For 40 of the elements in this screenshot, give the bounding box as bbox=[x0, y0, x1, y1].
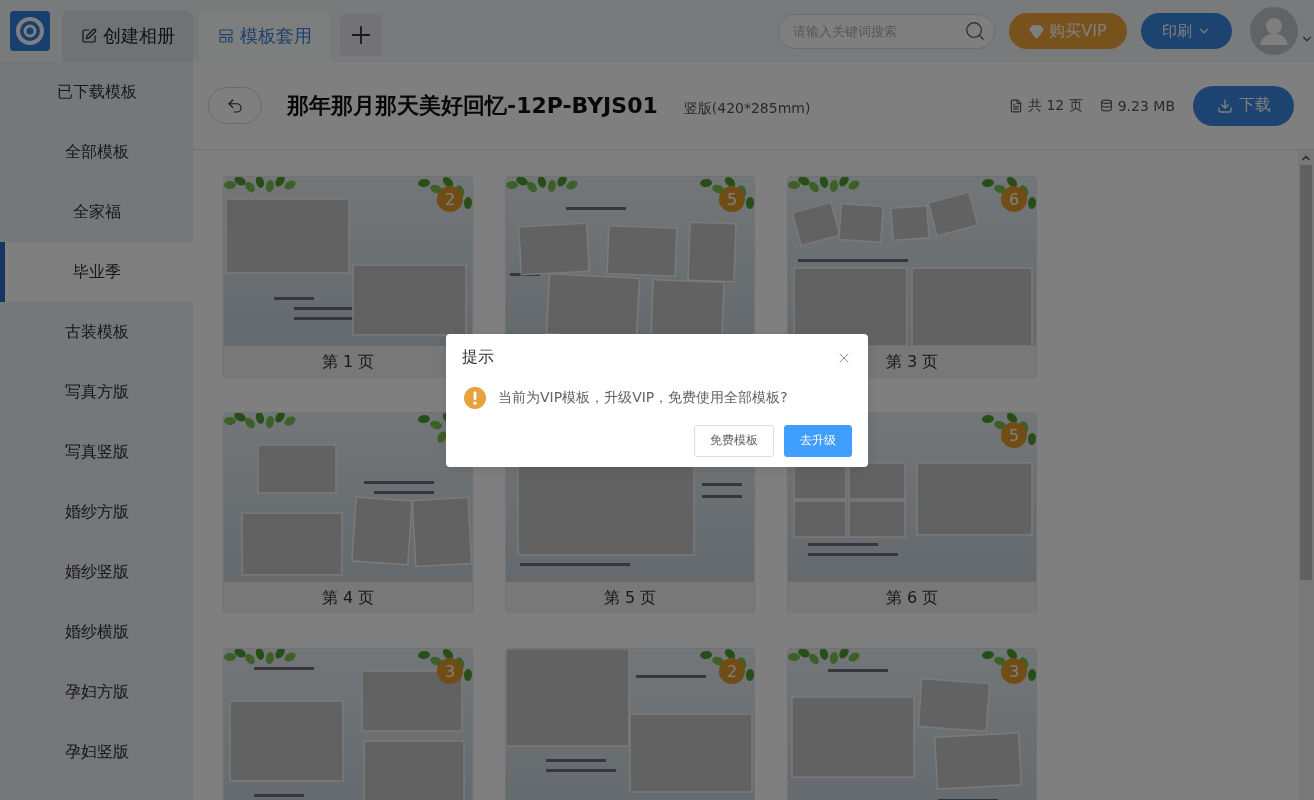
page-card[interactable]: 第 3 页 6 bbox=[787, 176, 1037, 378]
warning-icon bbox=[464, 386, 486, 409]
sidebar-item[interactable]: 毕业季 bbox=[0, 242, 193, 302]
scrollbar-track[interactable] bbox=[1298, 150, 1314, 800]
template-title: 那年那月那天美好回忆-12P-BYJS01 bbox=[287, 91, 658, 120]
sidebar-item[interactable]: 孕妇方版 bbox=[0, 662, 193, 722]
page-card[interactable]: 第 4 页 bbox=[223, 412, 473, 614]
sidebar-item[interactable]: 全部模板 bbox=[0, 122, 193, 182]
diamond-icon bbox=[1029, 23, 1045, 39]
back-button[interactable] bbox=[208, 87, 262, 124]
layout-icon bbox=[217, 28, 234, 44]
dialog-message: 当前为VIP模板，升级VIP，免费使用全部模板? bbox=[498, 388, 788, 407]
download-button[interactable]: 下载 bbox=[1193, 85, 1294, 126]
sidebar-item[interactable]: 婚纱竖版 bbox=[0, 542, 193, 602]
search-icon[interactable] bbox=[964, 19, 986, 42]
database-icon bbox=[1099, 99, 1113, 112]
scrollbar-thumb[interactable] bbox=[1300, 165, 1312, 580]
secondary-button[interactable]: 免费模板 bbox=[694, 424, 774, 457]
print-button[interactable]: 印刷 bbox=[1141, 13, 1232, 49]
back-arrow-icon bbox=[226, 96, 244, 115]
sidebar-item[interactable]: 婚纱横版 bbox=[0, 602, 193, 662]
sidebar-item[interactable]: 孕妇竖版 bbox=[0, 722, 193, 782]
file-icon bbox=[1008, 98, 1023, 113]
sidebar-item[interactable]: 写真竖版 bbox=[0, 422, 193, 482]
file-size-text: 9.23 MB bbox=[1117, 97, 1175, 114]
sidebar-item[interactable]: 古装模板 bbox=[0, 302, 193, 362]
logo-icon bbox=[10, 11, 50, 51]
sidebar-item[interactable]: 婚纱方版 bbox=[0, 482, 193, 542]
edit-icon bbox=[80, 28, 97, 44]
format-label: 竖版(420*285mm) bbox=[683, 99, 811, 118]
avatar-icon[interactable] bbox=[1250, 7, 1298, 55]
nav-tab[interactable]: 模板套用 bbox=[199, 10, 330, 62]
nav-tab[interactable]: 创建相册 bbox=[62, 10, 193, 62]
sidebar-item[interactable]: 全家福 bbox=[0, 182, 193, 242]
page-count-text: 共 12 页 bbox=[1027, 96, 1083, 115]
sidebar-item[interactable]: 已下载模板 bbox=[0, 62, 193, 122]
add-tab-button[interactable] bbox=[340, 14, 382, 56]
sidebar-item[interactable]: 写真方版 bbox=[0, 362, 193, 422]
primary-button[interactable]: 去升级 bbox=[784, 424, 852, 457]
download-icon bbox=[1216, 97, 1233, 114]
